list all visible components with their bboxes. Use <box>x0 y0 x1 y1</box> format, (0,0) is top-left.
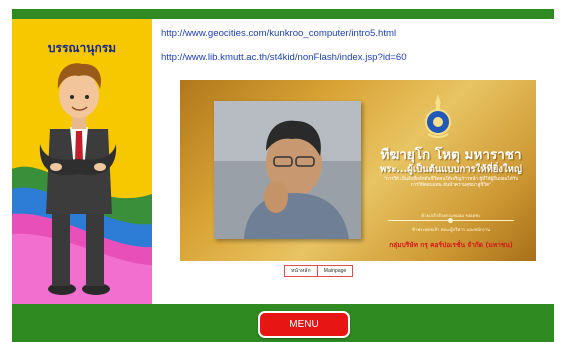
banner-signatory: ข้าพระพุทธเจ้า คณะผู้บริหาร และพนักงาน <box>411 228 491 233</box>
top-bar <box>12 9 554 19</box>
banner-subtitle: พระ...ผู้เป็นต้นแบบการให้ที่ยิ่งใหญ่ <box>379 164 523 175</box>
banner-quote: "การให้ เป็นสิ่งที่ผลักดันชีวิตคนให้เจริ… <box>383 177 519 188</box>
main-content: http://www.geocities.com/kunkroo_compute… <box>152 19 554 304</box>
home-button[interactable]: หน้าหลัก <box>284 265 318 277</box>
sidebar-background <box>12 19 152 304</box>
sidebar: บรรณานุกรม <box>12 19 152 304</box>
banner-divider-ornament <box>448 218 453 223</box>
page-nav: หน้าหลัก Mainpage <box>284 265 354 277</box>
sidebar-title: บรรณานุกรม <box>47 41 117 55</box>
reference-link-kmutt[interactable]: http://www.lib.kmutt.ac.th/st4kid/nonFla… <box>161 52 407 63</box>
banner-company: กลุ่มบริษัท กรุ คอร์ปอเรชั่น จำกัด (มหาช… <box>389 241 513 249</box>
menu-button[interactable]: MENU <box>258 311 350 338</box>
royal-emblem-icon <box>424 94 452 138</box>
reference-link-geocities[interactable]: http://www.geocities.com/kunkroo_compute… <box>161 28 396 39</box>
king-portrait-image <box>214 101 361 239</box>
tribute-banner: ทีฆายุโก โหตุ มหาราชา พระ...ผู้เป็นต้นแบ… <box>180 80 536 261</box>
mainpage-button[interactable]: Mainpage <box>317 265 354 277</box>
